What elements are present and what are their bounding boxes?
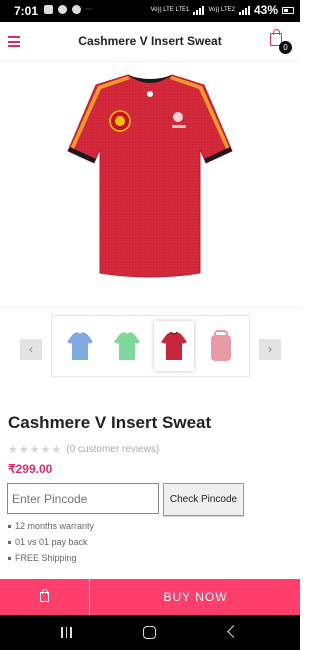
notification-icons: ⋯ [44,5,92,14]
feature-item: 12 months warranty [8,518,94,534]
gallery-icon [44,5,53,14]
status-bar: 7:01 ⋯ Vo)) LTE LTE1 Vo)) LTE2 43% [0,0,300,22]
thumbnail-blue[interactable] [60,321,100,371]
recents-icon[interactable] [61,627,72,638]
feature-item: FREE Shipping [8,550,94,566]
carrier-1: Vo)) LTE LTE1 [150,7,190,13]
reviews-link[interactable]: (0 customer reviews) [66,444,159,455]
system-nav-bar [0,615,300,650]
app-header: Cashmere V Insert Sweat 0 [0,22,300,62]
signal-2-icon [238,5,250,15]
messenger-icon [58,5,67,14]
cart-count-badge: 0 [279,41,292,54]
thumbnail-green[interactable] [107,321,147,371]
feature-text: 12 months warranty [15,521,95,531]
feature-text: FREE Shipping [15,553,77,563]
pincode-input[interactable] [7,483,159,514]
thumbnail-red-selected[interactable] [154,321,195,371]
bullet-icon [8,540,11,544]
red-shirt-icon [161,331,188,360]
product-image[interactable] [0,63,300,308]
product-price: ₹299.00 [8,462,53,476]
carrier-2: Vo)) LTE2 [208,7,235,13]
add-to-bag-button[interactable] [0,579,90,615]
thumbnail-pink[interactable] [201,321,241,371]
battery-percent: 43% [253,3,278,17]
rating-row: ★ ★ ★ ★ ★ (0 customer reviews) [8,443,159,456]
status-right: Vo)) LTE LTE1 Vo)) LTE2 43% [151,3,294,17]
status-time: 7:01 [14,4,39,18]
star-icon: ★ [29,444,40,456]
star-icon: ★ [40,444,51,456]
thumbnail-strip [51,315,250,377]
signal-icon [193,5,205,15]
star-icon: ★ [18,444,29,456]
back-icon[interactable] [227,625,240,638]
home-icon[interactable] [143,626,156,639]
buy-now-button[interactable]: BUY NOW [91,579,300,615]
gallery-next-button[interactable]: › [259,339,281,360]
gallery-prev-button[interactable]: ‹ [20,339,42,360]
green-shirt-icon [113,332,140,360]
notification-label-icon: ⋯ [86,7,92,13]
feature-item: 01 vs 01 pay back [8,534,94,550]
product-title: Cashmere V Insert Sweat [8,413,212,432]
jersey-image [67,74,233,278]
star-icon: ★ [51,444,62,456]
bag-icon [40,589,49,602]
blue-shirt-icon [66,332,93,360]
action-bar: BUY NOW [0,579,300,615]
product-page: 7:01 ⋯ Vo)) LTE LTE1 Vo)) LTE2 43% Cashm… [0,0,300,650]
pink-bag-icon [211,330,232,361]
star-icon: ★ [8,444,18,456]
app-notification-icon [72,5,81,14]
page-title: Cashmere V Insert Sweat [78,34,222,48]
feature-list: 12 months warranty 01 vs 01 pay back FRE… [8,518,94,566]
bullet-icon [8,556,11,560]
check-pincode-button[interactable]: Check Pincode [163,483,244,516]
battery-icon [282,6,294,14]
bullet-icon [8,524,11,528]
feature-text: 01 vs 01 pay back [15,537,88,547]
